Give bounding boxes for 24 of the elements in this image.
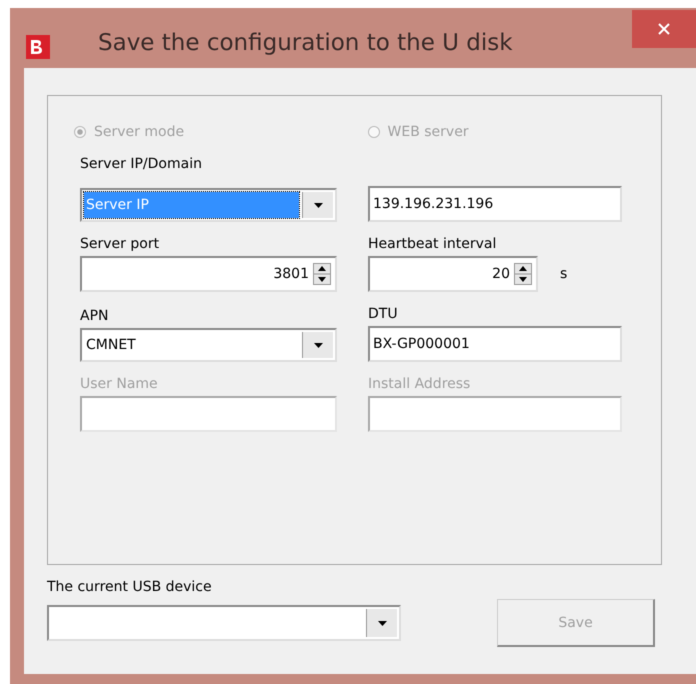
app-logo-icon <box>26 35 50 59</box>
usb-device-label: The current USB device <box>47 579 213 595</box>
field-label: Heartbeat interval <box>368 236 498 252</box>
window-title: Save the configuration to the U disk <box>98 30 513 56</box>
field-label: DTU <box>368 306 399 322</box>
unit-label: s <box>560 266 568 282</box>
input-field[interactable]: 139.196.231.196 <box>368 186 622 222</box>
caret-icon[interactable] <box>314 202 322 208</box>
caret-icon[interactable] <box>314 342 322 348</box>
radio-label: Server mode <box>94 124 184 140</box>
spin-box[interactable]: 20 <box>368 256 538 292</box>
field-label: APN <box>80 308 110 324</box>
spin-buttons-icon[interactable] <box>313 263 331 285</box>
input-field[interactable]: BX-GP000001 <box>368 326 622 362</box>
field-label: User Name <box>80 376 159 392</box>
radio-label: WEB server <box>388 124 469 140</box>
dropdown[interactable]: CMNET <box>80 328 337 362</box>
field-label: Install Address <box>368 376 472 392</box>
caret-icon[interactable] <box>378 620 386 626</box>
field-label: Server IP/Domain <box>80 156 203 172</box>
spin-box[interactable]: 3801 <box>80 256 337 292</box>
spin-buttons-icon[interactable] <box>514 263 532 285</box>
close-icon[interactable] <box>658 23 670 35</box>
field-label: Server port <box>80 236 160 252</box>
